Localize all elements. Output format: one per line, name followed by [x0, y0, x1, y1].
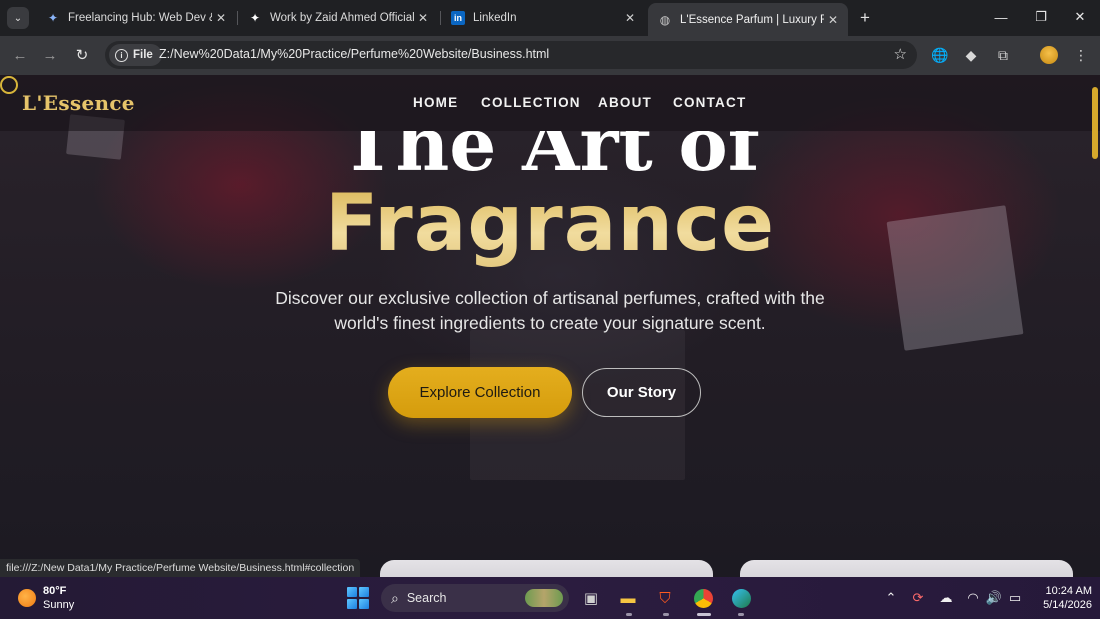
- reload-icon: ↻: [75, 47, 89, 64]
- minimize-icon: —: [994, 9, 1008, 25]
- browser-tab-strip: ⌄ ✦ Freelancing Hub: Web Dev & Yo ✕ ✦ Wo…: [0, 0, 1100, 36]
- clock-date: 5/14/2026: [1043, 599, 1092, 611]
- restore-icon: ❐: [1035, 9, 1047, 24]
- link-status-bubble: file:///Z:/New Data1/My Practice/Perfume…: [0, 559, 361, 577]
- sun-icon[interactable]: [18, 589, 36, 607]
- new-tab-button[interactable]: +: [855, 8, 875, 28]
- running-indicator: [663, 613, 669, 616]
- tab-lessence-active[interactable]: ◍ L'Essence Parfum | Luxury Fragr ✕: [648, 3, 848, 36]
- plus-icon: +: [860, 8, 870, 27]
- brave-browser-icon[interactable]: ⛉: [653, 587, 677, 609]
- search-label: Search: [406, 591, 447, 605]
- translate-icon[interactable]: 🌐: [930, 45, 950, 65]
- tab-title: Work by Zaid Ahmed Official: [270, 12, 414, 24]
- chrome-icon[interactable]: [691, 587, 715, 609]
- windows-taskbar: 80°F Sunny ⌕ Search ▣ ▬ ⛉ ⌃ ⟳ ☁ ◠ 🔊 ▭ 10…: [0, 577, 1100, 619]
- hero-subtitle: Discover our exclusive collection of art…: [275, 288, 825, 333]
- page-scrollbar[interactable]: [1092, 87, 1098, 159]
- tab-work-by-zaid[interactable]: ✦ Work by Zaid Ahmed Official ✕: [238, 5, 438, 31]
- explore-collection-button[interactable]: Explore Collection: [388, 367, 572, 418]
- cursor-focus-ring: [0, 76, 18, 94]
- browser-toolbar: ← → ↻ i File Z:/New%20Data1/My%20Practic…: [0, 36, 1100, 75]
- task-view-icon[interactable]: ▣: [579, 587, 603, 609]
- arrow-left-icon: ←: [12, 46, 28, 64]
- taskbar-search[interactable]: ⌕ Search: [381, 584, 569, 612]
- nav-home[interactable]: HOME: [413, 95, 458, 110]
- chevron-down-icon: ⌄: [13, 12, 23, 24]
- back-button[interactable]: ←: [9, 44, 31, 66]
- tab-title: Freelancing Hub: Web Dev & Yo: [68, 12, 212, 24]
- restore-button[interactable]: ❐: [1028, 6, 1054, 28]
- battery-icon[interactable]: ▭: [1005, 588, 1025, 608]
- info-icon: i: [115, 48, 128, 62]
- address-bar[interactable]: i File Z:/New%20Data1/My%20Practice/Perf…: [105, 41, 917, 69]
- globe-icon: ◍: [659, 12, 671, 27]
- active-indicator: [697, 613, 711, 616]
- close-icon: ✕: [1074, 9, 1086, 24]
- nav-contact[interactable]: CONTACT: [673, 95, 746, 110]
- collection-card-1[interactable]: [380, 560, 713, 577]
- search-icon: ⌕: [391, 589, 399, 606]
- profile-avatar[interactable]: [1039, 45, 1059, 65]
- sparkle-icon: ✦: [47, 11, 59, 25]
- file-explorer-icon[interactable]: ▬: [616, 587, 640, 609]
- bookmark-star-icon[interactable]: ☆: [894, 45, 907, 63]
- url-text[interactable]: Z:/New%20Data1/My%20Practice/Perfume%20W…: [159, 47, 549, 61]
- tab-title: L'Essence Parfum | Luxury Fragr: [680, 13, 824, 26]
- volume-icon[interactable]: 🔊: [984, 588, 1004, 608]
- scheme-label: File: [133, 49, 153, 61]
- nav-about[interactable]: ABOUT: [598, 95, 652, 110]
- close-window-button[interactable]: ✕: [1067, 6, 1093, 28]
- tab-title: LinkedIn: [473, 12, 517, 24]
- extension-color-icon[interactable]: ◆: [961, 45, 981, 65]
- tab-search-button[interactable]: ⌄: [7, 7, 29, 29]
- our-story-button[interactable]: Our Story: [582, 368, 701, 417]
- more-menu-icon[interactable]: ⋮: [1071, 45, 1091, 65]
- arrow-right-icon: →: [42, 46, 58, 64]
- start-windows-icon[interactable]: [347, 587, 369, 609]
- reload-button[interactable]: ↻: [71, 44, 93, 66]
- running-indicator: [626, 613, 632, 616]
- edge-icon[interactable]: [729, 587, 753, 609]
- sparkle-icon: ✦: [249, 11, 261, 25]
- extensions-puzzle-icon[interactable]: ⧉: [993, 45, 1013, 65]
- linkedin-icon: in: [451, 11, 465, 25]
- taskbar-clock[interactable]: 10:24 AM 5/14/2026: [1030, 584, 1092, 612]
- clock-time: 10:24 AM: [1045, 585, 1092, 597]
- chevron-up-icon[interactable]: ⌃: [881, 588, 901, 608]
- page-viewport: L'Essence HOME COLLECTION ABOUT CONTACT …: [0, 75, 1100, 577]
- nav-collection[interactable]: COLLECTION: [481, 95, 581, 110]
- minimize-button[interactable]: —: [988, 6, 1014, 28]
- weather-temp[interactable]: 80°F: [43, 585, 66, 597]
- hero-title-line2: Fragrance: [0, 179, 1100, 269]
- tab-freelancing-hub[interactable]: ✦ Freelancing Hub: Web Dev & Yo ✕: [36, 5, 236, 31]
- forward-button[interactable]: →: [39, 44, 61, 66]
- close-icon[interactable]: ✕: [621, 9, 639, 27]
- search-highlight-image: [525, 589, 563, 607]
- close-icon[interactable]: ✕: [212, 9, 230, 27]
- weather-condition[interactable]: Sunny: [43, 599, 74, 611]
- site-info-chip[interactable]: i File: [109, 44, 162, 66]
- tab-linkedin[interactable]: in LinkedIn ✕: [441, 5, 645, 31]
- cloud-icon[interactable]: ☁: [936, 588, 956, 608]
- close-icon[interactable]: ✕: [414, 9, 432, 27]
- wifi-icon[interactable]: ◠: [963, 588, 983, 608]
- running-indicator: [738, 613, 744, 616]
- sync-icon[interactable]: ⟳: [908, 588, 928, 608]
- site-logo[interactable]: L'Essence: [22, 91, 135, 115]
- site-navbar: L'Essence HOME COLLECTION ABOUT CONTACT: [0, 75, 1100, 131]
- collection-card-2[interactable]: [740, 560, 1073, 577]
- close-icon[interactable]: ✕: [824, 11, 842, 29]
